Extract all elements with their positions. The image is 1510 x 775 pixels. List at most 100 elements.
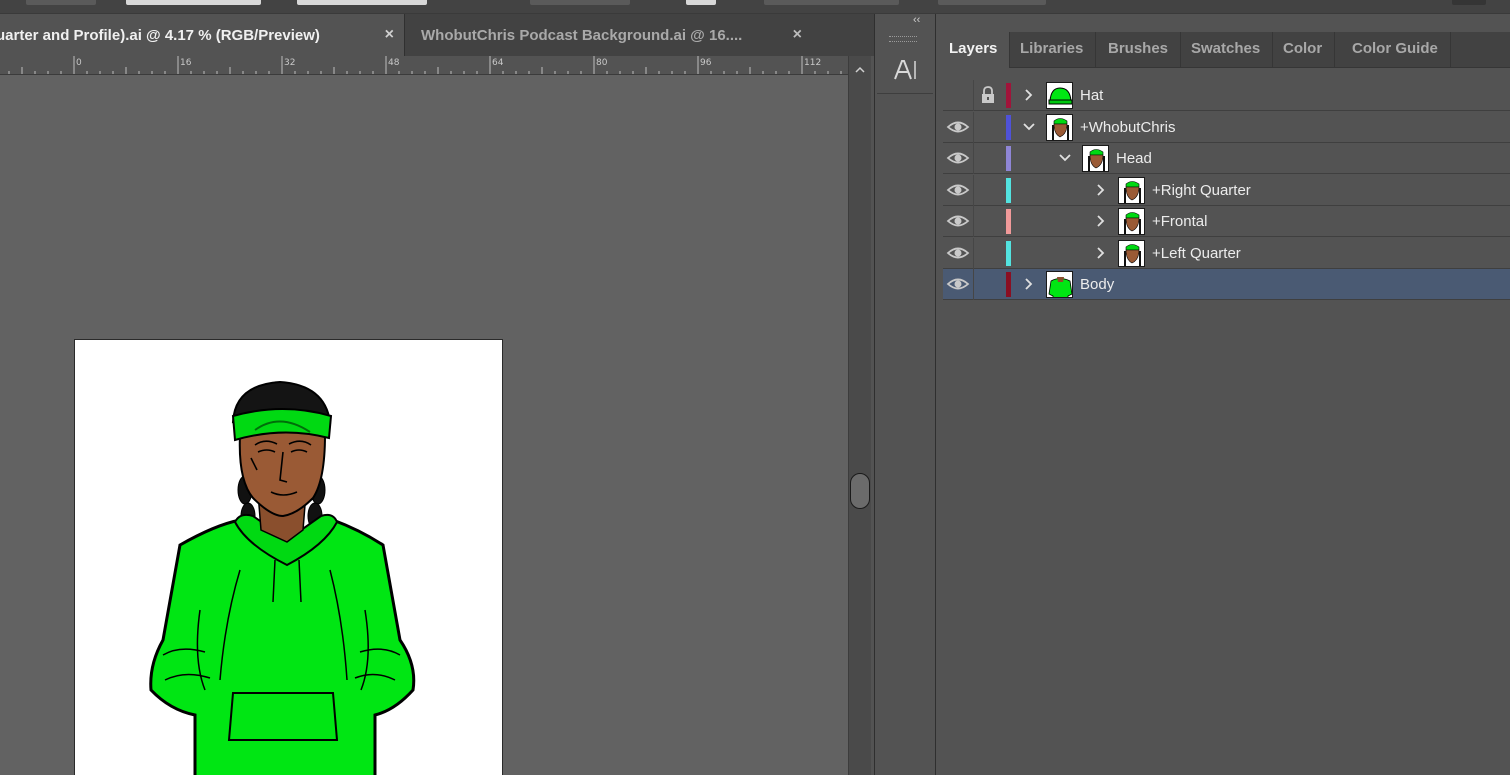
layer-color-swatch [1006,272,1011,297]
hoodie-pocket [227,692,339,741]
layer-row[interactable]: +Left Quarter [943,237,1510,269]
column-divider [973,143,974,174]
drag-grip-icon[interactable] [889,36,917,42]
layer-name[interactable]: Body [1080,276,1114,293]
canvas-area[interactable] [0,75,848,775]
visibility-eye-icon[interactable] [946,274,970,294]
character-illustration[interactable] [75,340,503,775]
document-tab-bar: uarter and Profile).ai @ 4.17 % (RGB/Pre… [0,14,874,56]
close-tab-icon[interactable]: × [385,26,394,44]
chevron-right-icon[interactable] [1094,245,1108,261]
panel-tool-strip: ‹‹ [874,14,936,775]
character-panel-button[interactable] [877,46,933,94]
type-tool-icon [894,59,916,79]
chevron-down-icon[interactable] [1058,150,1072,166]
visibility-eye-icon[interactable] [946,180,970,200]
layer-thumbnail [1046,113,1073,141]
layer-row[interactable]: +Frontal [943,206,1510,237]
panel-tab-color-guide[interactable]: Color Guide [1340,32,1451,68]
column-divider [973,237,974,269]
lock-icon[interactable] [979,148,997,168]
visibility-eye-icon[interactable] [946,211,970,231]
visibility-eye-icon[interactable] [946,85,970,105]
lock-icon[interactable] [979,274,997,294]
ruler-label: 32 [284,58,296,68]
visibility-eye-icon[interactable] [946,148,970,168]
layer-color-swatch [1006,83,1011,108]
layer-color-swatch [1006,209,1011,234]
column-divider [973,206,974,237]
ruler-label: 64 [492,58,504,68]
artboard[interactable] [74,339,503,775]
face [238,429,327,518]
layer-name[interactable]: +Frontal [1152,213,1207,230]
layer-color-swatch [1006,177,1011,203]
ruler-label: 96 [700,58,712,68]
panel-tab-brushes[interactable]: Brushes [1096,32,1182,68]
panel-tab-bar: Layers Libraries Brushes Swatches Color Color… [937,32,1510,68]
control-field[interactable] [938,0,1046,5]
layer-color-swatch [1006,240,1011,266]
layer-name[interactable]: Hat [1080,87,1103,104]
document-tab-label: WhobutChris Podcast Background.ai @ 16..… [421,26,743,44]
layer-row[interactable]: +Right Quarter [943,174,1510,206]
control-field[interactable] [686,0,716,5]
layer-thumbnail [1118,239,1145,267]
document-tab-active[interactable]: uarter and Profile).ai @ 4.17 % (RGB/Pre… [0,14,404,56]
scroll-up-icon[interactable] [854,64,866,76]
layer-name[interactable]: +Right Quarter [1152,182,1251,199]
layer-row[interactable]: Body [943,269,1510,300]
layer-row[interactable]: Hat [943,80,1510,111]
layer-color-swatch [1006,114,1011,140]
layer-color-swatch [1006,146,1011,171]
chevron-right-icon[interactable] [1022,276,1036,292]
chevron-right-icon[interactable] [1094,182,1108,198]
chevron-right-icon[interactable] [1094,213,1108,229]
collapse-panels-icon[interactable]: ‹‹ [913,14,920,26]
column-divider [973,174,974,206]
control-dropdown[interactable] [126,0,261,5]
lock-icon[interactable] [979,85,997,105]
ruler-label: 80 [596,58,608,68]
visibility-eye-icon[interactable] [946,117,970,137]
chevron-right-icon[interactable] [1022,87,1036,103]
ruler-label: 48 [388,58,400,68]
document-tab-background[interactable]: WhobutChris Podcast Background.ai @ 16..… [404,14,810,56]
control-field[interactable] [530,0,630,5]
column-divider [973,269,974,300]
control-field[interactable] [26,0,96,5]
ruler-label: 16 [180,58,192,68]
layer-thumbnail [1082,145,1109,172]
document-tab-label: uarter and Profile).ai @ 4.17 % (RGB/Pre… [0,26,320,44]
control-dropdown[interactable] [297,0,427,5]
layer-name[interactable]: Head [1116,150,1152,167]
lock-icon[interactable] [979,211,997,231]
panel-tab-layers[interactable]: Layers [937,32,1011,68]
chevron-down-icon[interactable] [1022,119,1036,135]
layer-name[interactable]: +Left Quarter [1152,245,1241,262]
control-button[interactable] [1452,0,1486,5]
column-divider [973,80,974,111]
layer-row[interactable]: +WhobutChris [943,111,1510,143]
layer-row[interactable]: Head [943,143,1510,174]
control-field[interactable] [764,0,899,5]
layer-thumbnail [1118,176,1145,204]
vertical-scrollbar[interactable] [848,56,871,775]
layer-thumbnail [1046,82,1073,109]
visibility-eye-icon[interactable] [946,243,970,263]
ruler-label: 112 [804,58,822,68]
lock-icon[interactable] [979,117,997,137]
layer-thumbnail [1046,271,1073,298]
horizontal-ruler[interactable]: 0 16 32 48 64 80 96 112 [0,56,848,75]
lock-icon[interactable] [979,243,997,263]
lock-icon[interactable] [979,180,997,200]
layers-panel: Layers Libraries Brushes Swatches Color Color… [937,14,1510,775]
panel-tab-swatches[interactable]: Swatches [1179,32,1274,68]
illustrator-window: uarter and Profile).ai @ 4.17 % (RGB/Pre… [0,0,1510,775]
panel-tab-libraries[interactable]: Libraries [1008,32,1097,68]
panel-tab-color[interactable]: Color [1271,32,1336,68]
scrollbar-thumb[interactable] [850,473,870,509]
layer-name[interactable]: +WhobutChris [1080,119,1175,136]
control-bar [0,0,1510,14]
close-tab-icon[interactable]: × [793,26,802,44]
